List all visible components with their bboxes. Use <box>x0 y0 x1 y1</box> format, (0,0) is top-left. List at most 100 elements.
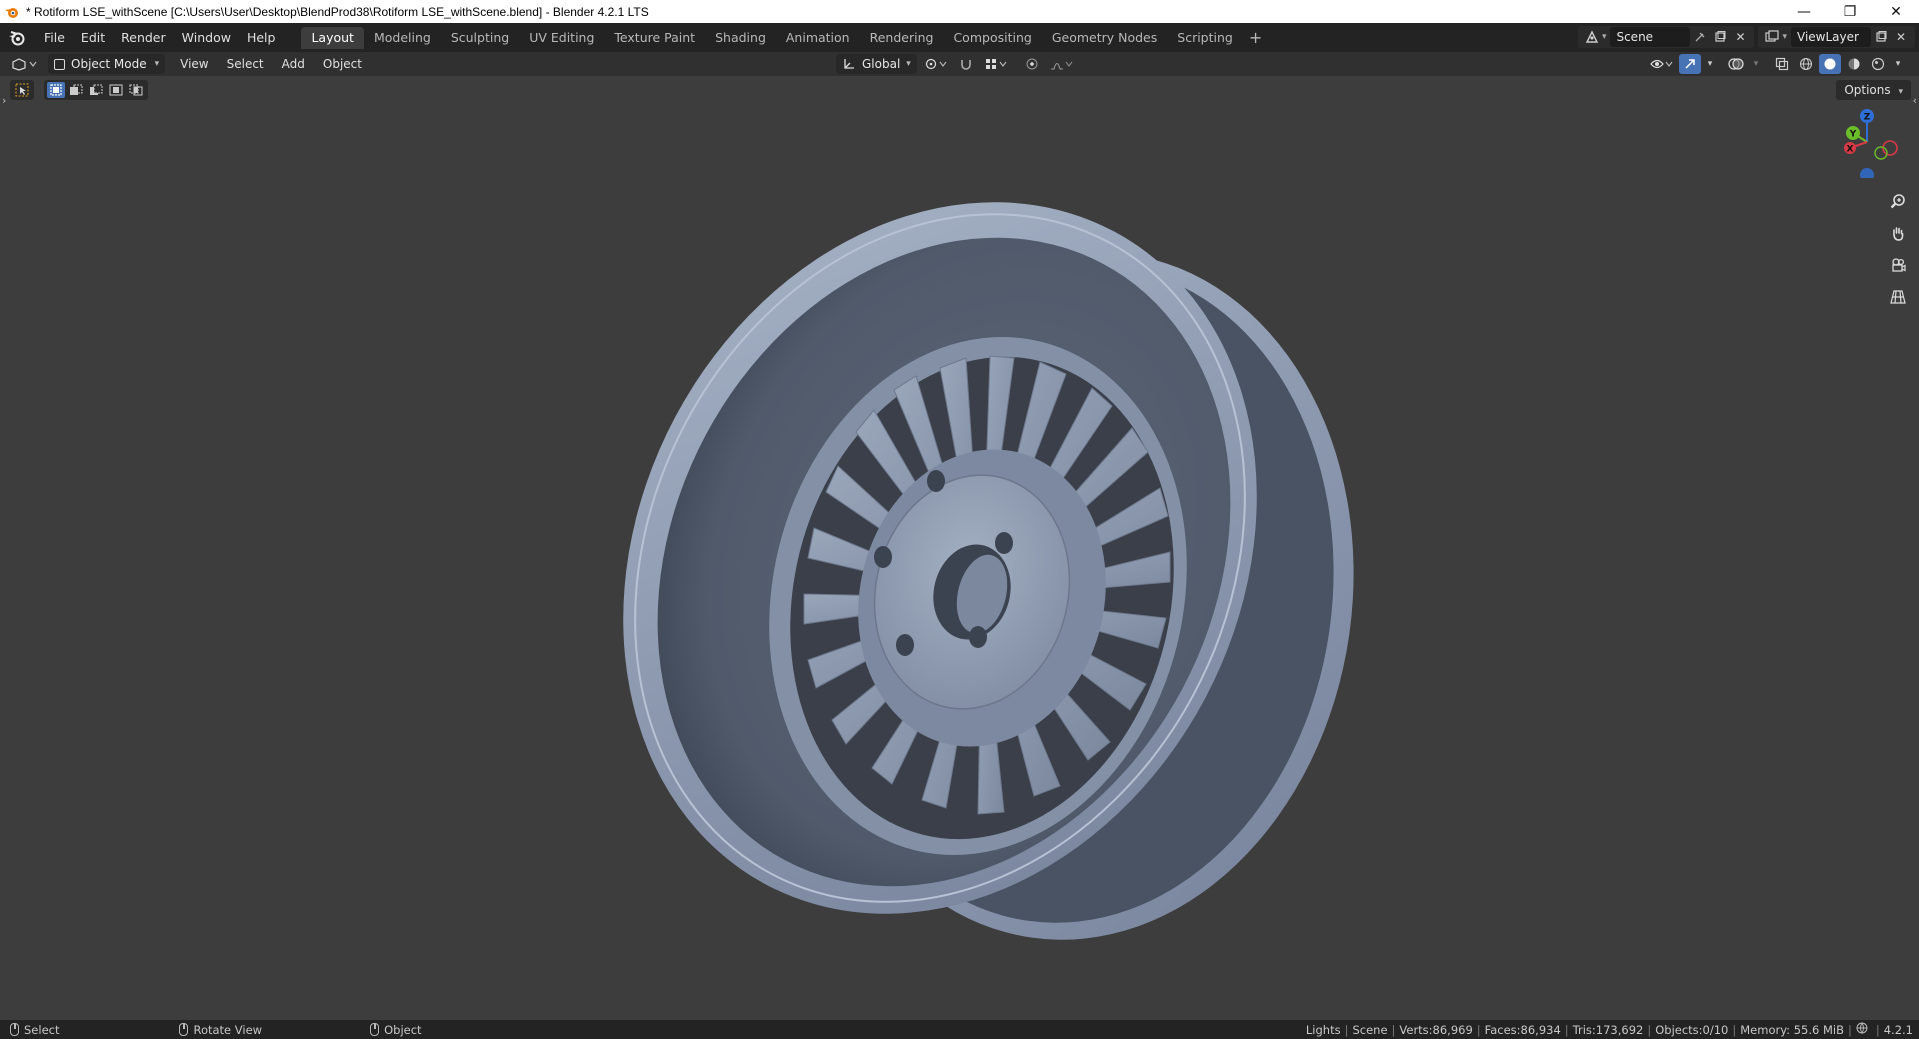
editor-type-selector[interactable] <box>6 54 42 74</box>
menu-window[interactable]: Window <box>174 27 239 49</box>
new-view-layer-icon[interactable] <box>1871 27 1891 47</box>
blender-logo-icon[interactable] <box>6 27 28 49</box>
wireframe-shading-icon[interactable] <box>1795 54 1817 74</box>
stat-tris: Tris:173,692 <box>1572 1022 1644 1037</box>
transform-orientation-dropdown[interactable]: Global ▾ <box>836 54 917 74</box>
stat-scene: Scene <box>1352 1022 1388 1037</box>
view-layer-selector[interactable]: ▾ ViewLayer ✕ <box>1758 26 1915 48</box>
snap-toggle-icon[interactable] <box>955 54 977 74</box>
proportional-editing-icon[interactable] <box>1021 54 1043 74</box>
delete-scene-icon[interactable]: ✕ <box>1730 27 1750 47</box>
chevron-down-icon: ▾ <box>1601 32 1607 42</box>
gizmo-toggle-icon[interactable] <box>1679 54 1701 74</box>
stat-objects: Objects:0/10 <box>1655 1022 1729 1037</box>
object-mode-label: Object Mode <box>71 57 147 71</box>
menu-object[interactable]: Object <box>314 57 371 71</box>
selectability-visibility-icon[interactable] <box>1647 54 1677 74</box>
mouse-left-icon <box>10 1023 19 1036</box>
hint-rotate-label: Rotate View <box>193 1022 263 1037</box>
rendered-shading-icon[interactable] <box>1867 54 1889 74</box>
menu-help[interactable]: Help <box>239 27 284 49</box>
x-axis-label: X <box>1847 145 1854 155</box>
neg-z-axis-icon[interactable] <box>1860 168 1874 178</box>
stat-verts: Verts:86,969 <box>1399 1022 1473 1037</box>
falloff-icon[interactable] <box>1047 54 1077 74</box>
tab-compositing[interactable]: Compositing <box>943 27 1041 49</box>
minimize-button[interactable]: — <box>1781 0 1827 23</box>
orientation-label: Global <box>862 57 901 71</box>
3d-viewport[interactable]: › ‹ Options ▾ Z Y X <box>0 76 1919 1020</box>
tab-animation[interactable]: Animation <box>776 27 860 49</box>
stat-collection: Lights <box>1305 1022 1341 1037</box>
stat-faces: Faces:86,934 <box>1484 1022 1561 1037</box>
toolbar-expand-arrow-icon[interactable]: › <box>2 94 6 107</box>
tab-texture-paint[interactable]: Texture Paint <box>604 27 705 49</box>
chevron-down-icon[interactable]: ▾ <box>1749 54 1763 74</box>
chevron-down-icon: ▾ <box>1898 87 1903 97</box>
tab-shading[interactable]: Shading <box>705 27 776 49</box>
tool-settings <box>10 80 148 100</box>
wheel-model[interactable] <box>520 96 1420 996</box>
pin-icon[interactable] <box>1690 27 1710 47</box>
stat-version: 4.2.1 <box>1883 1022 1913 1037</box>
hint-object-label: Object <box>384 1022 422 1037</box>
menu-select[interactable]: Select <box>218 57 273 71</box>
overlays-toggle-icon[interactable] <box>1725 54 1747 74</box>
select-invert-icon[interactable] <box>107 82 125 98</box>
sidebar-expand-arrow-icon[interactable]: ‹ <box>1913 94 1917 107</box>
orientation-icon <box>844 59 854 69</box>
viewport-header: Object Mode ▾ View Select Add Object Glo… <box>0 52 1919 76</box>
workspace-tabs: Layout Modeling Sculpting UV Editing Tex… <box>301 26 1268 49</box>
new-scene-icon[interactable] <box>1710 27 1730 47</box>
restore-button[interactable]: ❐ <box>1827 0 1873 23</box>
tab-sculpting[interactable]: Sculpting <box>441 27 519 49</box>
menu-file[interactable]: File <box>36 27 73 49</box>
tab-layout[interactable]: Layout <box>301 26 364 49</box>
select-intersect-icon[interactable] <box>127 82 145 98</box>
mouse-middle-icon <box>179 1023 189 1036</box>
active-tool-box[interactable] <box>10 80 34 100</box>
menu-add[interactable]: Add <box>273 57 314 71</box>
solid-shading-icon[interactable] <box>1819 54 1841 74</box>
select-new-icon[interactable] <box>47 82 65 98</box>
menu-edit[interactable]: Edit <box>73 27 113 49</box>
view-layer-icon <box>1762 27 1782 47</box>
tab-geometry-nodes[interactable]: Geometry Nodes <box>1042 27 1167 49</box>
view-layer-field[interactable]: ViewLayer <box>1791 27 1871 47</box>
mouse-right-icon <box>370 1023 380 1036</box>
options-dropdown[interactable]: Options ▾ <box>1836 80 1911 100</box>
scene-name-field[interactable]: Scene <box>1610 27 1691 47</box>
chevron-down-icon: ▾ <box>1782 32 1787 42</box>
navigation-gizmo[interactable]: Z Y X <box>1835 106 1905 178</box>
y-axis-label: Y <box>1849 130 1857 140</box>
tab-scripting[interactable]: Scripting <box>1167 27 1243 49</box>
hint-rotate-view: Rotate View <box>179 1023 262 1037</box>
add-workspace-button[interactable]: + <box>1243 28 1268 47</box>
object-mode-icon <box>54 58 65 70</box>
chevron-down-icon: ▾ <box>906 59 911 69</box>
select-extend-icon[interactable] <box>67 82 85 98</box>
material-preview-icon[interactable] <box>1843 54 1865 74</box>
zoom-icon[interactable] <box>1885 188 1911 214</box>
ortho-grid-icon[interactable] <box>1885 284 1911 310</box>
snap-target-icon[interactable] <box>981 54 1011 74</box>
select-subtract-icon[interactable] <box>87 82 105 98</box>
pivot-point-icon[interactable] <box>921 54 951 74</box>
camera-view-icon[interactable] <box>1885 252 1911 278</box>
select-box-tool-icon[interactable] <box>13 82 31 98</box>
tab-rendering[interactable]: Rendering <box>860 27 944 49</box>
scene-selector[interactable]: ▾ Scene ✕ <box>1577 26 1755 48</box>
xray-toggle-icon[interactable] <box>1771 54 1793 74</box>
options-label: Options <box>1844 83 1891 97</box>
close-button[interactable]: ✕ <box>1873 0 1919 23</box>
tab-uv-editing[interactable]: UV Editing <box>519 27 604 49</box>
menu-view[interactable]: View <box>171 57 217 71</box>
pan-hand-icon[interactable] <box>1885 220 1911 246</box>
chevron-down-icon[interactable]: ▾ <box>1703 54 1717 74</box>
object-mode-dropdown[interactable]: Object Mode ▾ <box>48 54 166 74</box>
delete-view-layer-icon[interactable]: ✕ <box>1891 27 1911 47</box>
tab-modeling[interactable]: Modeling <box>364 27 441 49</box>
menu-render[interactable]: Render <box>113 27 174 49</box>
scene-statistics: Lights | Scene | Verts:86,969 | Faces:86,93… <box>1305 1022 1913 1037</box>
chevron-down-icon[interactable]: ▾ <box>1891 54 1905 74</box>
